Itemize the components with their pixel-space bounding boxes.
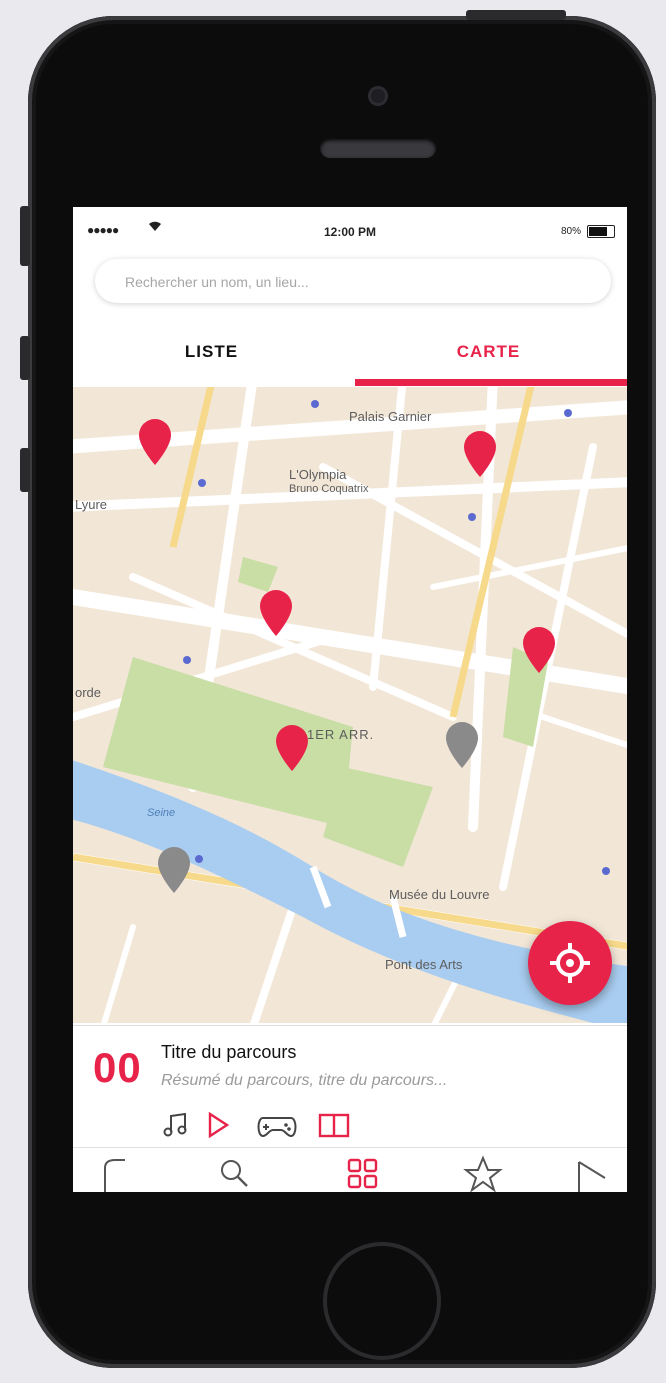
status-bar: ●●●●● 12:00 PM 80% — [73, 207, 627, 251]
map-label-arrondissement: 1ER ARR. — [307, 727, 375, 742]
locate-me-button[interactable] — [528, 921, 612, 1005]
map-park-carrousel — [323, 767, 433, 867]
route-title: Titre du parcours — [161, 1042, 297, 1062]
earpiece-speaker — [320, 138, 436, 158]
play-icon[interactable] — [203, 1110, 237, 1140]
route-subtitle: Résumé du parcours, titre du parcours... — [161, 1072, 448, 1089]
bottom-tab-bar — [73, 1147, 627, 1192]
book-icon[interactable] — [317, 1110, 351, 1140]
view-tabs: LISTE CARTE — [73, 321, 627, 387]
map-label-pont: Pont des Arts — [385, 957, 463, 972]
search-bar[interactable] — [95, 259, 611, 305]
gamepad-icon[interactable] — [255, 1110, 299, 1140]
battery-icon — [587, 225, 615, 238]
map-label-olympia-sub: Bruno Coquatrix — [289, 483, 369, 495]
map-pin — [139, 419, 171, 465]
map-label-orde: orde — [75, 685, 102, 700]
status-time: 12:00 PM — [323, 225, 377, 239]
bookmark-icon[interactable] — [95, 1154, 135, 1192]
route-card[interactable]: 00 Titre du parcours Résumé du parcours,… — [73, 1025, 627, 1148]
map-park-small — [238, 557, 278, 592]
tab-liste[interactable]: LISTE — [73, 321, 350, 387]
map-label-lyure: Lyure — [75, 497, 108, 512]
map-label-olympia: L'Olympia — [289, 467, 347, 482]
music-icon[interactable] — [161, 1110, 195, 1140]
active-tab-indicator — [355, 379, 627, 386]
play-tab-icon[interactable] — [573, 1154, 613, 1192]
tab-carte[interactable]: CARTE — [350, 321, 627, 387]
star-icon[interactable] — [463, 1154, 503, 1192]
map-label-seine: Seine — [147, 807, 176, 819]
volume-down-button — [20, 448, 30, 492]
front-camera — [368, 86, 388, 106]
volume-up-button — [20, 336, 30, 380]
power-button — [466, 10, 566, 20]
app-screen: ●●●●● 12:00 PM 80% LISTE CARTE — [73, 207, 627, 1192]
search-icon[interactable] — [215, 1154, 255, 1192]
map-label-palais-garnier: Palais Garnier — [349, 409, 432, 424]
map-label-musee: Musée du Louvre — [389, 887, 490, 902]
mute-switch — [20, 206, 30, 266]
crosshair-icon — [550, 943, 590, 983]
map-pin-inactive — [158, 847, 190, 893]
route-number: 00 — [93, 1044, 142, 1091]
battery-percent: 80% — [560, 226, 581, 237]
search-input[interactable] — [123, 259, 587, 305]
grid-icon[interactable] — [345, 1154, 385, 1192]
home-button[interactable] — [323, 1242, 441, 1360]
